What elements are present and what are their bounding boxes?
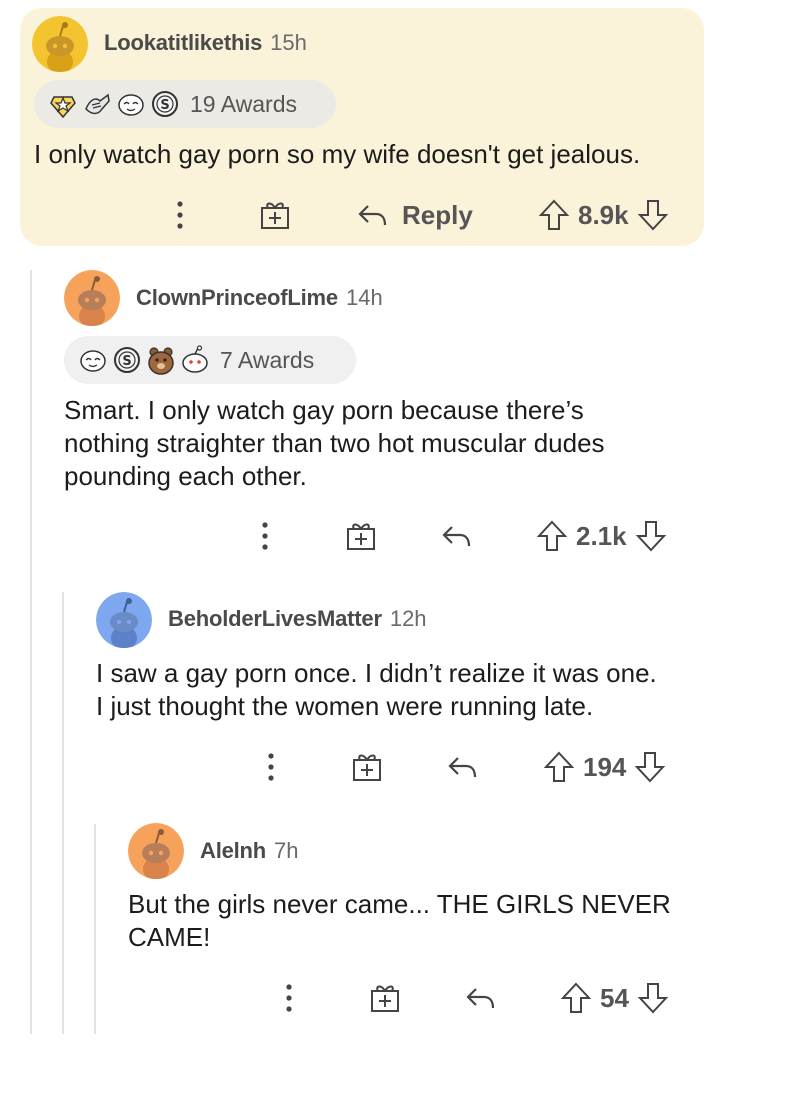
upvote-button[interactable] (543, 750, 575, 784)
more-options-button[interactable] (255, 519, 275, 553)
timestamp: 12h (389, 606, 427, 631)
wholesome-face-award-icon (78, 345, 108, 375)
username[interactable]: BeholderLivesMatter (168, 606, 382, 632)
vote-controls: 8.9k (538, 198, 669, 232)
thread-line[interactable] (94, 824, 96, 1034)
comment-body: I saw a gay porn once. I didn’t realize … (96, 657, 736, 723)
timestamp: 7h (274, 838, 299, 863)
vote-controls: 194 (543, 750, 666, 784)
gift-icon (353, 754, 381, 781)
silver-coin-award-icon: S (150, 89, 180, 119)
more-options-button[interactable] (170, 198, 190, 232)
comment-meta: BeholderLivesMatter 12h (168, 606, 427, 632)
downvote-arrow-icon (635, 521, 666, 552)
downvote-button[interactable] (634, 750, 666, 784)
give-award-button[interactable] (368, 981, 402, 1015)
helpful-hands-award-icon (82, 89, 112, 119)
comment-body-line: I saw a gay porn once. I didn’t realize … (96, 658, 657, 688)
comment-body-line: Smart. I only watch gay porn because the… (64, 395, 584, 425)
awards-pill[interactable]: S 19 Awards (34, 80, 336, 128)
comment-body-line: I just thought the women were running la… (96, 691, 594, 721)
kebab-menu-icon (268, 753, 274, 781)
vote-count: 2.1k (576, 520, 627, 551)
upvote-button[interactable] (536, 519, 568, 553)
downvote-button[interactable] (635, 519, 667, 553)
upvote-arrow-icon (538, 199, 570, 230)
upvote-arrow-icon (560, 982, 592, 1013)
comment-body-line: pounding each other. (64, 461, 307, 491)
reply-icon (442, 526, 471, 547)
username[interactable]: Lookatitlikethis (104, 30, 262, 56)
gift-icon (261, 202, 289, 229)
avatar[interactable] (64, 270, 120, 326)
more-options-button[interactable] (279, 981, 299, 1015)
reply-button[interactable] (464, 981, 498, 1015)
downvote-button[interactable] (637, 981, 669, 1015)
upvote-arrow-icon (536, 520, 568, 551)
wholesome-face-award-icon (116, 89, 146, 119)
comment-meta: Alelnh 7h (200, 838, 299, 864)
avatar[interactable] (128, 823, 184, 879)
upvote-button[interactable] (560, 981, 592, 1015)
thread-line[interactable] (62, 592, 64, 1034)
snoo-award-icon (180, 345, 210, 375)
username[interactable]: ClownPrinceofLime (136, 285, 338, 311)
avatar[interactable] (32, 16, 88, 72)
vote-count: 54 (600, 982, 629, 1013)
awards-pill[interactable]: S 7 Awards (64, 336, 356, 384)
gift-icon (371, 985, 399, 1012)
awards-count: 19 Awards (190, 90, 297, 117)
comment-body-line: nothing straighter than two hot muscular… (64, 428, 605, 458)
reply-label: Reply (402, 199, 473, 230)
thread-line[interactable] (30, 270, 32, 1034)
comment-body: Smart. I only watch gay porn because the… (64, 394, 704, 493)
reply-button[interactable] (440, 519, 474, 553)
svg-text:S: S (160, 98, 169, 113)
svg-text:S: S (122, 354, 131, 369)
awards-count: 7 Awards (220, 346, 315, 373)
username[interactable]: Alelnh (200, 838, 266, 864)
downvote-arrow-icon (635, 752, 666, 783)
avatar[interactable] (96, 592, 152, 648)
reply-icon (358, 205, 387, 226)
silver-coin-award-icon: S (112, 345, 142, 375)
timestamp: 14h (345, 285, 383, 310)
comment-meta: Lookatitlikethis 15h (104, 30, 307, 56)
downvote-arrow-icon (637, 200, 668, 231)
reply-button[interactable]: Reply (356, 198, 473, 232)
timestamp: 15h (270, 30, 307, 55)
give-award-button[interactable] (350, 750, 384, 784)
give-award-button[interactable] (344, 519, 378, 553)
reply-button[interactable] (446, 750, 480, 784)
vote-controls: 54 (560, 981, 669, 1015)
give-award-button[interactable] (258, 198, 292, 232)
comment-body-line: But the girls never came... THE GIRLS NE… (128, 889, 671, 919)
upvote-arrow-icon (543, 751, 575, 782)
downvote-button[interactable] (637, 198, 669, 232)
vote-count: 8.9k (578, 199, 629, 230)
kebab-menu-icon (262, 522, 268, 550)
comment-meta: ClownPrinceofLime 14h (136, 285, 383, 311)
reply-icon (466, 988, 495, 1009)
bear-hug-award-icon (146, 345, 176, 375)
comment-body: I only watch gay porn so my wife doesn't… (34, 139, 641, 169)
comment-body: But the girls never came... THE GIRLS NE… (128, 888, 728, 954)
downvote-arrow-icon (637, 983, 669, 1014)
comment-body-line: CAME! (128, 922, 211, 952)
reply-icon (448, 757, 477, 778)
kebab-menu-icon (286, 984, 292, 1012)
more-options-button[interactable] (261, 750, 281, 784)
gift-icon (347, 523, 375, 550)
kebab-menu-icon (177, 201, 183, 229)
vote-count: 194 (583, 751, 627, 782)
vote-controls: 2.1k (536, 519, 667, 553)
star-award-icon (48, 89, 78, 119)
upvote-button[interactable] (538, 198, 570, 232)
